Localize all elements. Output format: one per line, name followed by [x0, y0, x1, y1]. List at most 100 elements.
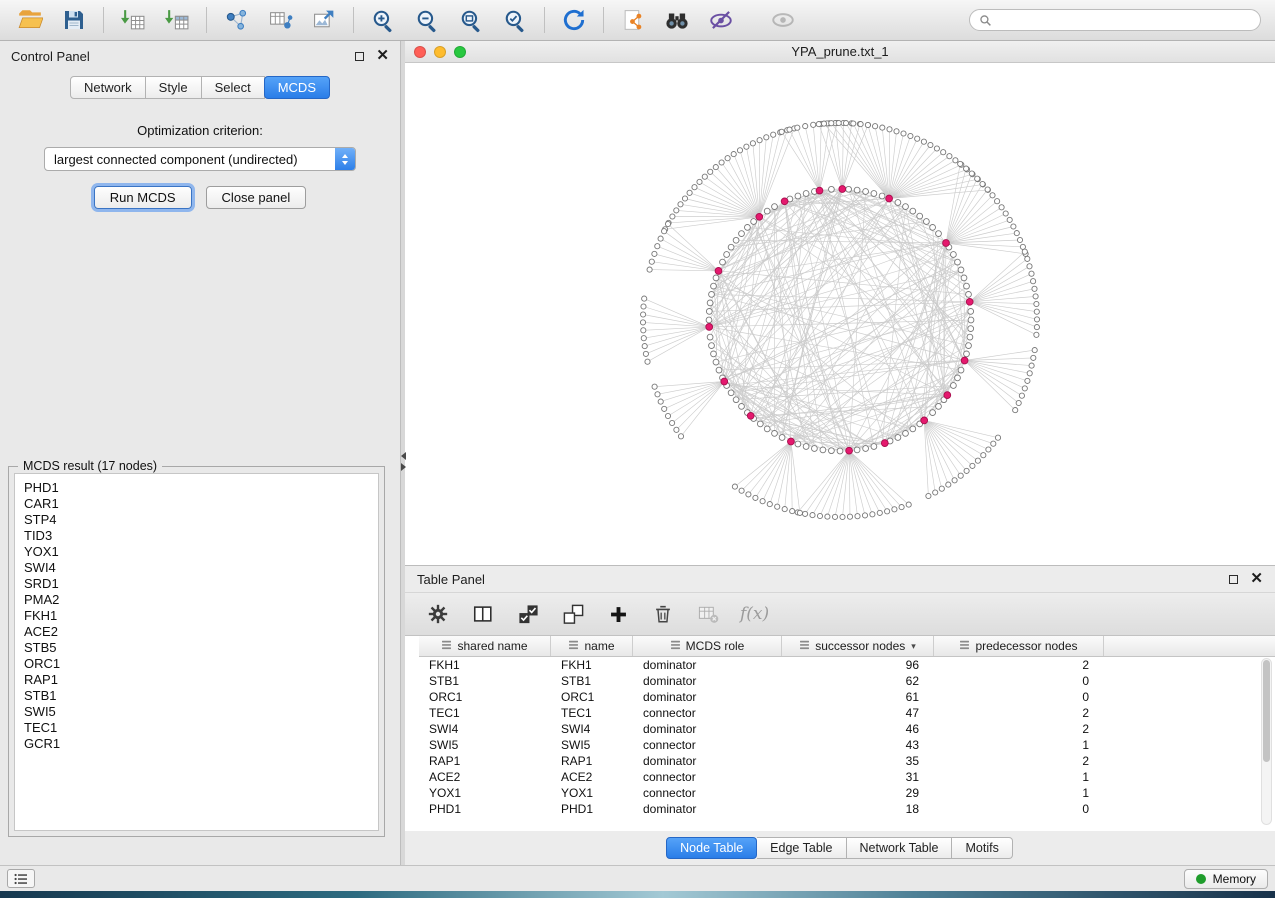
search-input[interactable]: [997, 12, 1251, 28]
zoom-selected-button[interactable]: [495, 3, 535, 37]
table-row[interactable]: RAP1RAP1dominator352: [419, 753, 1275, 769]
scrollbar-thumb[interactable]: [1263, 660, 1270, 762]
network-canvas[interactable]: [405, 64, 1275, 565]
optimization-criterion-select[interactable]: largest connected component (undirected): [44, 147, 356, 171]
table-settings-button[interactable]: [425, 601, 451, 627]
column-header[interactable]: shared name: [419, 636, 551, 656]
window-minimize-light[interactable]: [434, 46, 446, 58]
table-row[interactable]: STB1STB1dominator620: [419, 673, 1275, 689]
refresh-button[interactable]: [554, 3, 594, 37]
eye-slash-icon: [708, 7, 734, 33]
import-network-button[interactable]: [113, 3, 153, 37]
column-header[interactable]: predecessor nodes: [934, 636, 1104, 656]
column-sort-icon: [670, 639, 681, 653]
column-header-label: successor nodes: [815, 639, 905, 653]
create-column-button[interactable]: [605, 601, 631, 627]
list-item[interactable]: CAR1: [24, 496, 378, 512]
save-session-button[interactable]: [54, 3, 94, 37]
list-item[interactable]: STB5: [24, 640, 378, 656]
float-panel-icon[interactable]: [355, 52, 364, 61]
import-table-icon: [165, 8, 190, 33]
hide-annotations-button[interactable]: [701, 3, 741, 37]
table-cell: 0: [934, 689, 1104, 705]
list-item[interactable]: PMA2: [24, 592, 378, 608]
list-item[interactable]: SWI4: [24, 560, 378, 576]
table-cell: FKH1: [419, 657, 551, 673]
open-file-button[interactable]: [10, 3, 50, 37]
show-columns-button[interactable]: [470, 601, 496, 627]
table-cell: STB1: [551, 673, 633, 689]
table-row[interactable]: ACE2ACE2connector311: [419, 769, 1275, 785]
table-cell: 18: [782, 801, 934, 817]
export-network-button[interactable]: [216, 3, 256, 37]
list-item[interactable]: RAP1: [24, 672, 378, 688]
close-panel-icon[interactable]: ✕: [376, 51, 389, 61]
table-row[interactable]: PHD1PHD1dominator180: [419, 801, 1275, 817]
table-cell: SWI5: [551, 737, 633, 753]
list-item[interactable]: GCR1: [24, 736, 378, 752]
zoom-fit-button[interactable]: [451, 3, 491, 37]
list-item[interactable]: STP4: [24, 512, 378, 528]
memory-button[interactable]: Memory: [1184, 869, 1268, 889]
tab-select[interactable]: Select: [202, 76, 265, 99]
search-box[interactable]: [969, 9, 1261, 31]
column-header[interactable]: MCDS role: [633, 636, 782, 656]
float-panel-icon[interactable]: [1229, 575, 1238, 584]
list-item[interactable]: TID3: [24, 528, 378, 544]
table-scrollbar[interactable]: [1261, 658, 1272, 825]
run-mcds-button[interactable]: Run MCDS: [94, 186, 192, 209]
table-cell: 62: [782, 673, 934, 689]
table-cell: 35: [782, 753, 934, 769]
tab-network[interactable]: Network: [70, 76, 146, 99]
column-header[interactable]: successor nodes▾: [782, 636, 934, 656]
tab-motifs[interactable]: Motifs: [952, 837, 1012, 859]
table-row[interactable]: YOX1YOX1connector291: [419, 785, 1275, 801]
search-network-button[interactable]: [657, 3, 697, 37]
delete-column-button[interactable]: [650, 601, 676, 627]
tab-edge-table[interactable]: Edge Table: [757, 837, 846, 859]
tab-style[interactable]: Style: [146, 76, 202, 99]
show-eye-button[interactable]: [763, 3, 803, 37]
list-item[interactable]: FKH1: [24, 608, 378, 624]
close-panel-button[interactable]: Close panel: [206, 186, 307, 209]
list-item[interactable]: TEC1: [24, 720, 378, 736]
list-item[interactable]: STB1: [24, 688, 378, 704]
table-cell: connector: [633, 769, 782, 785]
table-row[interactable]: ORC1ORC1dominator610: [419, 689, 1275, 705]
import-table-button[interactable]: [157, 3, 197, 37]
tab-network-table[interactable]: Network Table: [847, 837, 953, 859]
splitter-collapse-handle[interactable]: [395, 448, 411, 474]
task-history-button[interactable]: [7, 869, 35, 888]
tab-node-table[interactable]: Node Table: [666, 837, 757, 859]
list-item[interactable]: SWI5: [24, 704, 378, 720]
window-close-light[interactable]: [414, 46, 426, 58]
zoom-in-button[interactable]: [363, 3, 403, 37]
unselect-all-columns-button[interactable]: [560, 601, 586, 627]
list-item[interactable]: ORC1: [24, 656, 378, 672]
table-row[interactable]: SWI5SWI5connector431: [419, 737, 1275, 753]
tab-mcds[interactable]: MCDS: [264, 76, 330, 99]
list-item[interactable]: PHD1: [24, 480, 378, 496]
new-network-table-button[interactable]: [260, 3, 300, 37]
memory-status-icon: [1196, 874, 1206, 884]
delete-table-button[interactable]: [695, 601, 721, 627]
table-row[interactable]: SWI4SWI4dominator462: [419, 721, 1275, 737]
list-item[interactable]: YOX1: [24, 544, 378, 560]
table-row[interactable]: TEC1TEC1connector472: [419, 705, 1275, 721]
export-image-button[interactable]: [304, 3, 344, 37]
zoom-out-button[interactable]: [407, 3, 447, 37]
window-zoom-light[interactable]: [454, 46, 466, 58]
column-header[interactable]: name: [551, 636, 633, 656]
list-item[interactable]: ACE2: [24, 624, 378, 640]
table-row[interactable]: FKH1FKH1dominator962: [419, 657, 1275, 673]
network-window-titlebar[interactable]: YPA_prune.txt_1: [405, 41, 1275, 63]
close-panel-icon[interactable]: ✕: [1250, 574, 1263, 584]
control-panel-header: Control Panel ✕: [0, 41, 400, 71]
share-document-button[interactable]: [613, 3, 653, 37]
select-all-columns-button[interactable]: [515, 601, 541, 627]
list-item[interactable]: SRD1: [24, 576, 378, 592]
mcds-result-list[interactable]: PHD1CAR1STP4TID3YOX1SWI4SRD1PMA2FKH1ACE2…: [14, 473, 379, 831]
network-share-icon: [224, 8, 249, 33]
gear-icon: [427, 603, 449, 625]
function-builder-button[interactable]: f(x): [740, 601, 769, 627]
